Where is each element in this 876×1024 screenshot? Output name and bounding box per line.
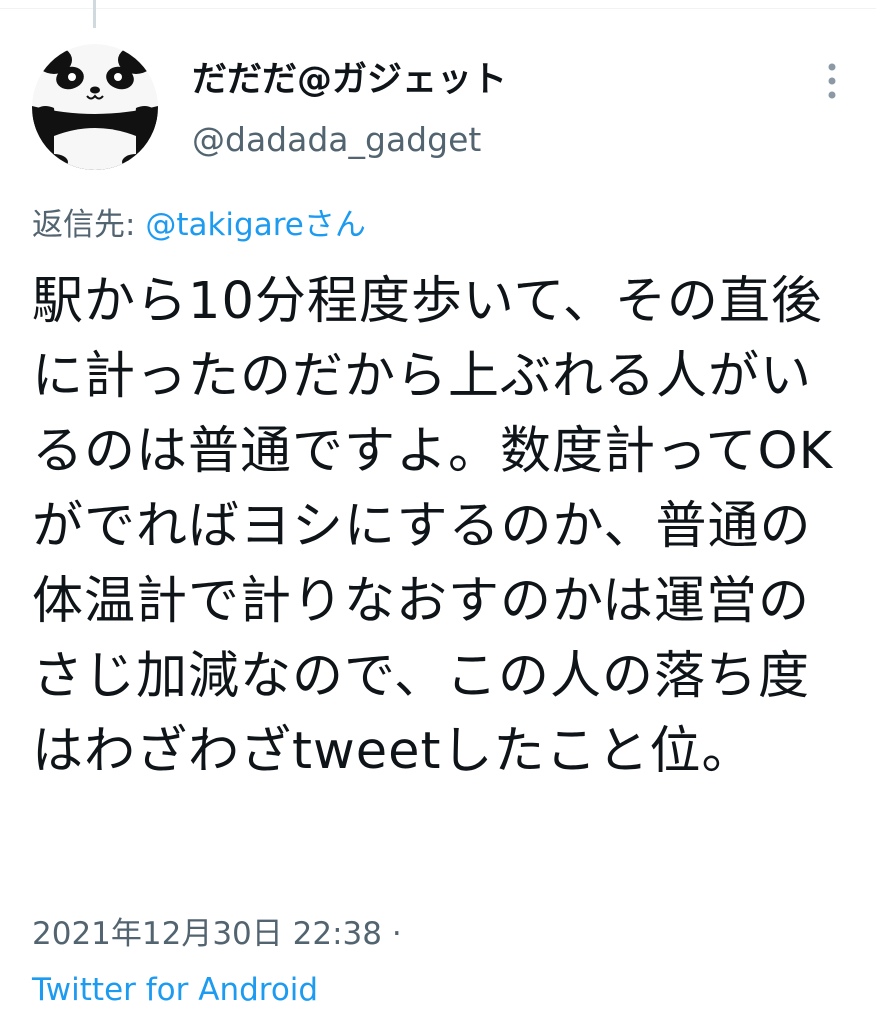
reply-prefix: 返信先:: [32, 207, 146, 243]
author-display-name[interactable]: だだだ@ガジェット: [192, 58, 507, 102]
panda-icon: [32, 44, 158, 170]
tweet-timestamp[interactable]: 2021年12月30日 22:38 ·: [32, 912, 402, 956]
top-divider: [0, 8, 876, 9]
more-vertical-icon: [828, 63, 836, 99]
reply-mention-link[interactable]: @takigareさん: [145, 207, 366, 243]
avatar[interactable]: [32, 44, 158, 170]
thread-connector-line: [93, 0, 96, 28]
reply-context: 返信先: @takigareさん: [32, 203, 366, 247]
tweet-text: 駅から10分程度歩いて、その直後に計ったのだから上ぶれる人がいるのは普通ですよ。…: [32, 272, 834, 781]
more-options-button[interactable]: [812, 56, 852, 106]
tweet-source-link[interactable]: Twitter for Android: [32, 968, 318, 1012]
author-handle[interactable]: @dadada_gadget: [192, 118, 481, 162]
